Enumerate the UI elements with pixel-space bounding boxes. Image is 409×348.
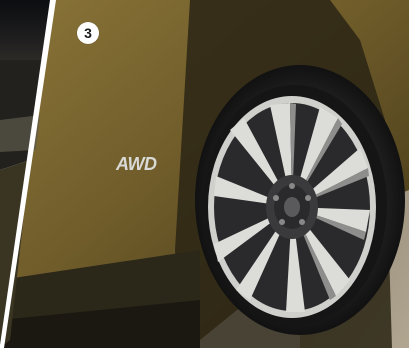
step-number: 3 — [84, 25, 92, 41]
step-number-badge: 3 — [77, 22, 99, 44]
car-wheel-photo: AWD — [0, 0, 409, 348]
photo-frame: AWD 3 — [0, 0, 409, 348]
awd-emblem: AWD — [115, 154, 157, 174]
